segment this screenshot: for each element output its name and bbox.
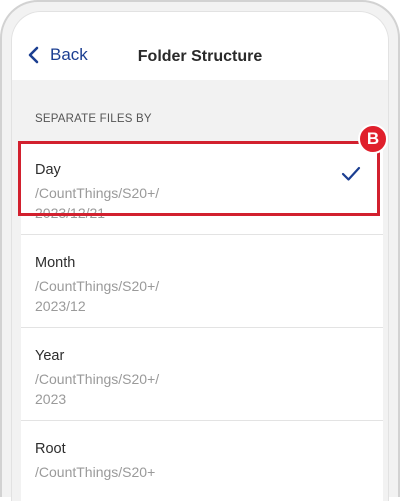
page-title: Folder Structure — [137, 48, 263, 65]
option-year[interactable]: Year /CountThings/S20+/ 2023 — [21, 328, 383, 421]
options-list: Day /CountThings/S20+/ 2023/12/21 Month … — [21, 142, 383, 501]
option-name: Root — [35, 441, 66, 457]
option-path-line1: /CountThings/S20+/ — [35, 185, 160, 201]
option-path-line1: /CountThings/S20+/ — [35, 278, 160, 294]
option-name: Month — [35, 255, 76, 271]
nav-header: Back Folder Structure — [12, 12, 388, 80]
option-path-line1: /CountThings/S20+/ — [35, 371, 160, 387]
section-label: SEPARATE FILES BY — [35, 113, 152, 125]
checkmark-icon — [341, 166, 361, 181]
option-name: Day — [35, 162, 61, 178]
option-path-line1: /CountThings/S20+ — [35, 464, 156, 480]
app-screen: Back Folder Structure SEPARATE FILES BY … — [11, 11, 389, 501]
annotation-marker: B — [358, 124, 388, 154]
option-name: Year — [35, 348, 65, 364]
option-day[interactable]: Day /CountThings/S20+/ 2023/12/21 — [21, 142, 383, 235]
option-root[interactable]: Root /CountThings/S20+ — [21, 421, 383, 501]
option-path-line2: 2023 — [35, 391, 67, 407]
option-path-line2: 2023/12/21 — [35, 205, 106, 221]
phone-frame: Back Folder Structure SEPARATE FILES BY … — [0, 0, 400, 501]
option-path-line2: 2023/12 — [35, 298, 86, 314]
option-month[interactable]: Month /CountThings/S20+/ 2023/12 — [21, 235, 383, 328]
